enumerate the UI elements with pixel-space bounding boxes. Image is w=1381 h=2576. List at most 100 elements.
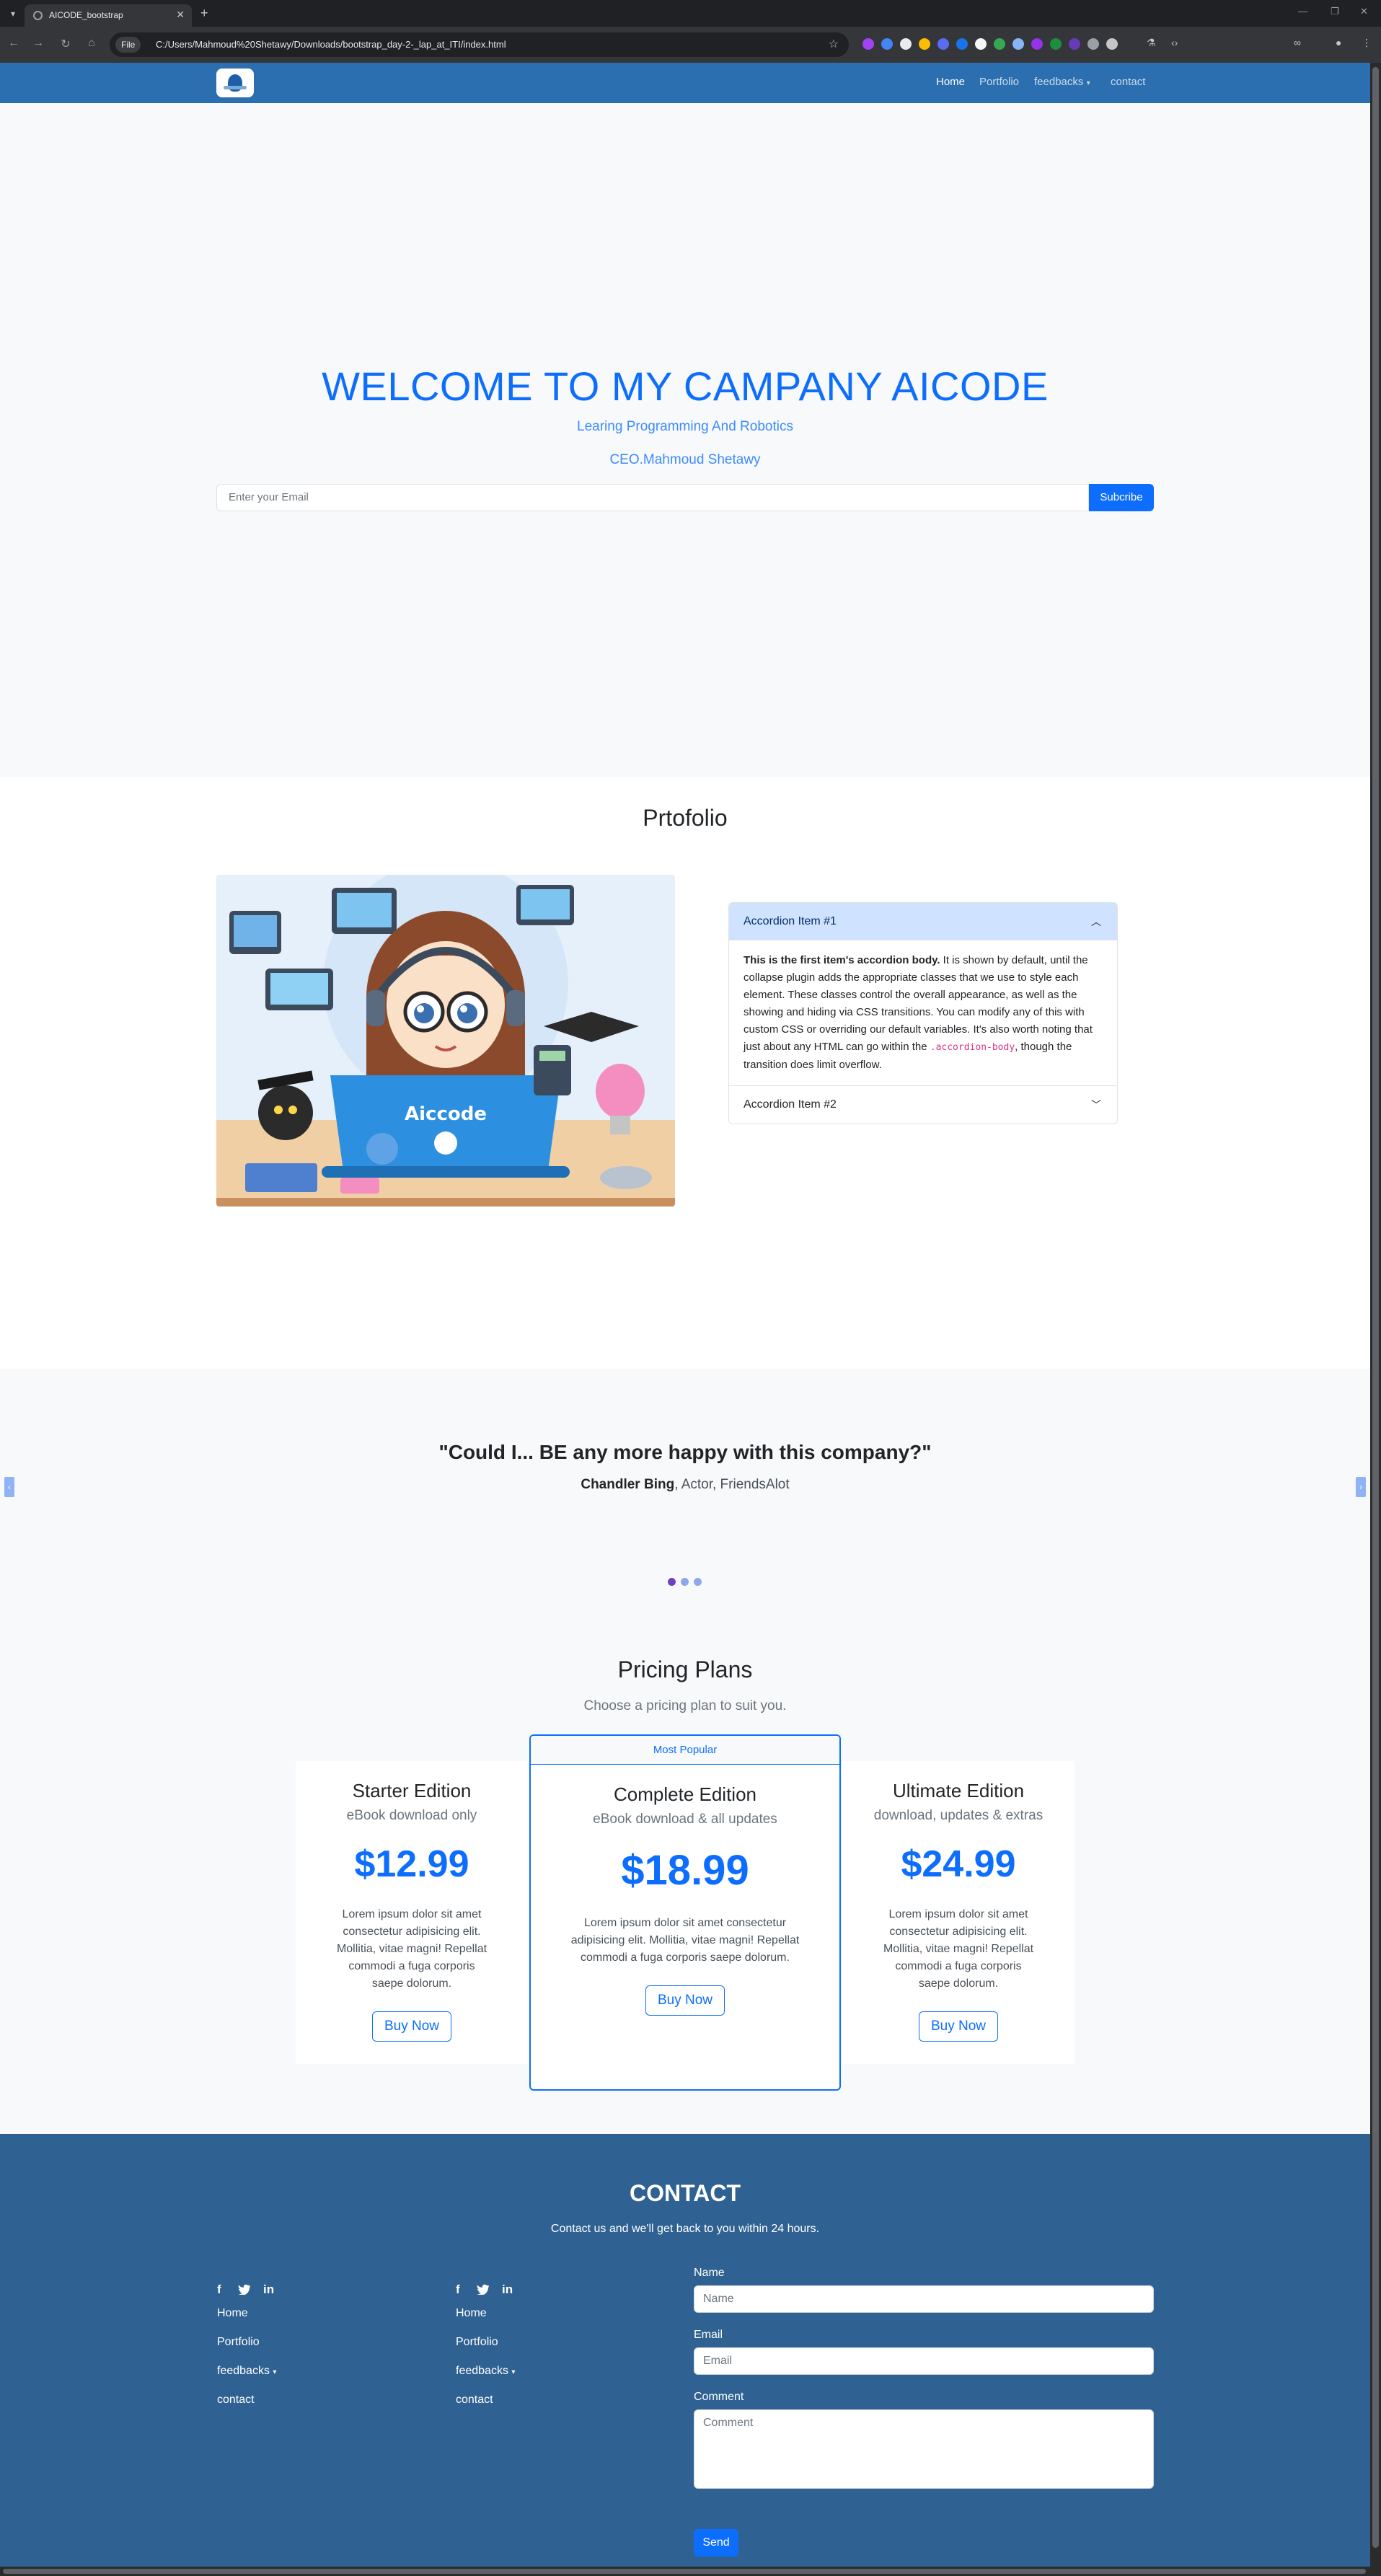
subscribe-email-input[interactable]: Enter your Email — [216, 484, 1089, 511]
address-bar[interactable]: File C:/Users/Mahmoud%20Shetawy/Download… — [110, 32, 849, 57]
url-text[interactable]: C:/Users/Mahmoud%20Shetawy/Downloads/boo… — [156, 39, 506, 50]
window-close-icon[interactable]: ✕ — [1360, 6, 1368, 17]
browser-tab[interactable]: AICODE_bootstrap ✕ — [25, 4, 192, 27]
portfolio-section: Prtofolio Aiccode Accordion Item #1 ︿ Th… — [0, 777, 1370, 1369]
close-tab-icon[interactable]: ✕ — [176, 9, 185, 21]
extension-icon[interactable] — [994, 38, 1005, 50]
twitter-icon[interactable] — [238, 2284, 251, 2295]
accordion-item-1-header[interactable]: Accordion Item #1 ︿ — [729, 903, 1117, 940]
laptop-brand-text: Aiccode — [405, 1103, 487, 1125]
logo-base — [224, 86, 247, 89]
testimonial-cite: Chandler Bing, Actor, FriendsAlot — [0, 1477, 1370, 1493]
extension-icon[interactable] — [1050, 38, 1062, 50]
plan-desc: eBook download & all updates — [593, 1812, 777, 1827]
extension-icon[interactable] — [881, 38, 893, 50]
contact-section: CONTACT Contact us and we'll get back to… — [0, 2134, 1370, 2567]
hero-subtitle: Learing Programming And Robotics — [577, 419, 793, 434]
footer-feedbacks-label: feedbacks — [456, 2365, 508, 2377]
devtools-icon[interactable]: ‹› — [1171, 37, 1178, 48]
footer-link-contact[interactable]: contact — [456, 2394, 493, 2407]
buy-now-button[interactable]: Buy Now — [918, 2011, 999, 2042]
accordion-item-2-header[interactable]: Accordion Item #2 ﹀ — [729, 1086, 1117, 1124]
extension-icon[interactable] — [1087, 38, 1099, 50]
footer-link-feedbacks[interactable]: feedbacks ▾ — [217, 2365, 276, 2378]
subscribe-button[interactable]: Subcribe — [1089, 484, 1154, 511]
carousel-indicator[interactable] — [694, 1578, 702, 1586]
testimonial-name: Chandler Bing — [581, 1477, 675, 1492]
twitter-icon[interactable] — [477, 2284, 490, 2295]
back-icon[interactable]: ← — [6, 37, 22, 50]
name-label: Name — [694, 2267, 725, 2279]
linkedin-icon[interactable]: in — [263, 2282, 274, 2297]
chevron-down-icon: ﹀ — [1091, 1099, 1101, 1111]
extension-icon[interactable] — [1031, 38, 1043, 50]
plan-card-complete: Most Popular Complete Edition eBook down… — [529, 1734, 841, 2091]
chevron-up-icon: ︿ — [1091, 916, 1101, 927]
facebook-icon[interactable]: f — [217, 2282, 221, 2297]
caret-down-icon: ▾ — [1086, 79, 1090, 87]
footer-link-portfolio[interactable]: Portfolio — [217, 2336, 260, 2349]
labs-flask-icon[interactable]: ⚗ — [1147, 37, 1156, 49]
vertical-scrollbar[interactable] — [1370, 63, 1381, 2567]
nav-home[interactable]: Home — [936, 76, 965, 88]
site-info-chip[interactable]: File — [115, 37, 141, 53]
plan-price: $24.99 — [901, 1843, 1016, 1885]
restore-icon[interactable]: ❐ — [1331, 6, 1339, 17]
facebook-icon[interactable]: f — [456, 2282, 460, 2297]
send-button[interactable]: Send — [694, 2529, 738, 2557]
plan-name: Ultimate Edition — [892, 1780, 1025, 1801]
extensions-puzzle-icon[interactable] — [1106, 38, 1118, 50]
email-input[interactable]: Email — [694, 2347, 1154, 2375]
buy-now-button[interactable]: Buy Now — [645, 1985, 725, 2016]
profile-icon[interactable]: ● — [1336, 37, 1341, 48]
horizontal-scrollbar[interactable] — [0, 2567, 1381, 2576]
footer-link-contact[interactable]: contact — [217, 2394, 255, 2407]
extension-icon[interactable] — [1012, 38, 1024, 50]
extension-icon[interactable] — [937, 38, 949, 50]
minimize-icon[interactable]: — — [1298, 6, 1307, 17]
reload-icon[interactable]: ↻ — [58, 37, 74, 51]
plan-text: Lorem ipsum dolor sit amet consectetur a… — [336, 1908, 487, 1990]
name-input[interactable]: Name — [694, 2285, 1154, 2313]
carousel-indicator[interactable] — [681, 1578, 689, 1586]
linkedin-icon[interactable]: in — [502, 2282, 513, 2297]
extension-icon[interactable] — [919, 38, 930, 50]
browser-toolbar: ← → ↻ ⌂ File C:/Users/Mahmoud%20Shetawy/… — [0, 27, 1381, 63]
nav-portfolio[interactable]: Portfolio — [979, 76, 1019, 88]
buy-now-button[interactable]: Buy Now — [371, 2011, 452, 2042]
extension-icon[interactable] — [862, 38, 874, 50]
carousel-prev-icon[interactable]: ‹ — [4, 1477, 14, 1497]
carousel-indicator-active[interactable] — [668, 1578, 676, 1586]
plan-card-starter: Starter Edition eBook download only $12.… — [296, 1761, 528, 2064]
page-viewport: Home Portfolio feedbacks ▾ contact WELCO… — [0, 63, 1370, 2567]
footer-link-feedbacks[interactable]: feedbacks ▾ — [456, 2365, 515, 2378]
scrollbar-thumb[interactable] — [3, 2569, 1366, 2574]
forward-icon[interactable]: → — [30, 37, 46, 50]
nav-contact[interactable]: contact — [1111, 76, 1145, 88]
extension-icon[interactable] — [975, 38, 987, 50]
hero-ceo: CEO.Mahmoud Shetawy — [609, 452, 761, 467]
footer-link-portfolio[interactable]: Portfolio — [456, 2336, 498, 2349]
portfolio-accordion: Accordion Item #1 ︿ This is the first it… — [728, 902, 1118, 1124]
home-icon[interactable]: ⌂ — [84, 37, 100, 50]
caret-down-icon: ▾ — [511, 2368, 516, 2376]
footer-link-home[interactable]: Home — [456, 2307, 487, 2320]
brand-logo[interactable] — [216, 69, 254, 97]
tab-search-icon[interactable]: ▾ — [6, 6, 20, 21]
plan-card-ultimate: Ultimate Edition download, updates & ext… — [842, 1761, 1075, 2064]
bookmark-star-icon[interactable]: ☆ — [829, 37, 839, 51]
testimonial-role: , Actor, FriendsAlot — [674, 1477, 790, 1492]
link-icon[interactable]: ∞ — [1294, 37, 1301, 48]
new-tab-icon[interactable]: + — [200, 6, 208, 21]
carousel-next-icon[interactable]: › — [1356, 1477, 1366, 1497]
comment-textarea[interactable]: Comment — [694, 2409, 1154, 2489]
plan-name: Complete Edition — [614, 1783, 756, 1805]
scrollbar-thumb[interactable] — [1372, 67, 1379, 2548]
extension-icon[interactable] — [956, 38, 968, 50]
nav-feedbacks-dropdown[interactable]: feedbacks ▾ — [1034, 76, 1090, 88]
extension-icon[interactable] — [1069, 38, 1080, 50]
testimonial-quote: "Could I... BE any more happy with this … — [438, 1441, 932, 1463]
menu-kebab-icon[interactable]: ⋮ — [1362, 37, 1372, 49]
footer-link-home[interactable]: Home — [217, 2307, 248, 2320]
extension-icon[interactable] — [900, 38, 912, 50]
